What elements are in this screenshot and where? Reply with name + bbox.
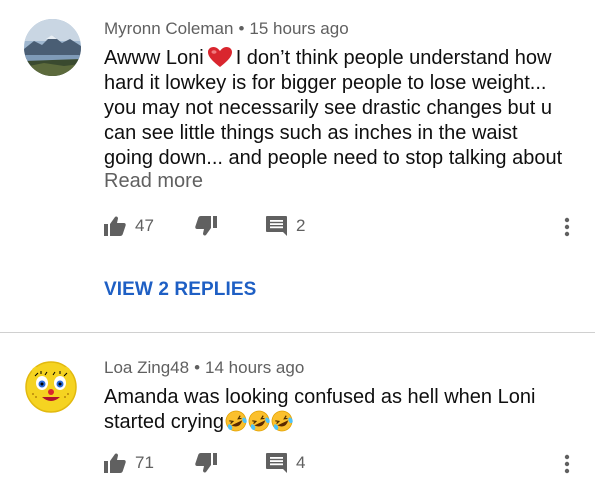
comment-meta: Myronn Coleman • 15 hours ago <box>104 19 349 39</box>
separator: • <box>238 19 245 38</box>
like-button[interactable]: 71 <box>104 453 154 473</box>
comment-icon <box>266 453 287 473</box>
avatar[interactable] <box>24 359 78 413</box>
like-button[interactable]: 47 <box>104 216 154 236</box>
rolling-laughing-emoji-icon <box>225 410 247 432</box>
timestamp[interactable]: 14 hours ago <box>205 358 304 377</box>
cartoon-face-avatar-icon <box>24 359 78 413</box>
comment-text-line: can see little things such as inches in … <box>104 122 518 144</box>
reply-button[interactable]: 2 <box>266 216 305 236</box>
comment-text-line: started crying <box>104 411 225 433</box>
heart-icon <box>207 46 233 68</box>
author-name[interactable]: Loa Zing48 <box>104 358 189 377</box>
timestamp[interactable]: 15 hours ago <box>249 19 348 38</box>
like-count: 71 <box>135 453 154 472</box>
comment-actions: 47 2 <box>104 216 584 242</box>
rolling-laughing-emoji-icon <box>248 410 270 432</box>
vertical-dots-icon <box>564 454 570 474</box>
thumbs-up-icon <box>104 453 126 473</box>
reply-button[interactable]: 4 <box>266 453 305 473</box>
reply-count: 4 <box>296 453 306 472</box>
comment-meta: Loa Zing48 • 14 hours ago <box>104 358 304 378</box>
like-count: 47 <box>135 216 154 235</box>
view-replies-link[interactable]: VIEW 2 REPLIES <box>104 279 256 301</box>
dislike-button[interactable] <box>195 453 217 473</box>
read-more-link[interactable]: Read more <box>104 170 203 193</box>
comment-icon <box>266 216 287 236</box>
thumbs-down-icon <box>195 216 217 236</box>
author-name[interactable]: Myronn Coleman <box>104 19 233 38</box>
comment-text-prefix: Awww Loni <box>104 47 204 69</box>
comment-text-line: hard it lowkey is for bigger people to l… <box>104 72 547 94</box>
vertical-dots-icon <box>564 217 570 237</box>
thumbs-down-icon <box>195 453 217 473</box>
dislike-button[interactable] <box>195 216 217 236</box>
separator: • <box>194 358 201 377</box>
comment-1: Myronn Coleman • 15 hours ago Awww Loni I d… <box>0 0 595 332</box>
rolling-laughing-emoji-icon <box>271 410 293 432</box>
comment-2: Loa Zing48 • 14 hours ago Amanda was looki… <box>0 333 595 504</box>
comment-text-line: I don’t think people understand how <box>235 47 552 69</box>
more-options-button[interactable] <box>562 453 572 475</box>
comment-text-line: Amanda was looking confused as hell when… <box>104 386 536 408</box>
comment-text: Amanda was looking confused as hell when… <box>104 385 574 435</box>
comment-text: Awww Loni I don’t think people understand… <box>104 46 574 171</box>
comment-text-line: going down... and people need to stop ta… <box>104 147 563 169</box>
avatar[interactable] <box>24 19 81 76</box>
more-options-button[interactable] <box>562 216 572 238</box>
thumbs-up-icon <box>104 216 126 236</box>
mountain-landscape-avatar-icon <box>24 19 81 76</box>
comment-actions: 71 4 <box>104 453 584 479</box>
reply-count: 2 <box>296 216 306 235</box>
comment-text-line: you may not necessarily see drastic chan… <box>104 97 553 119</box>
